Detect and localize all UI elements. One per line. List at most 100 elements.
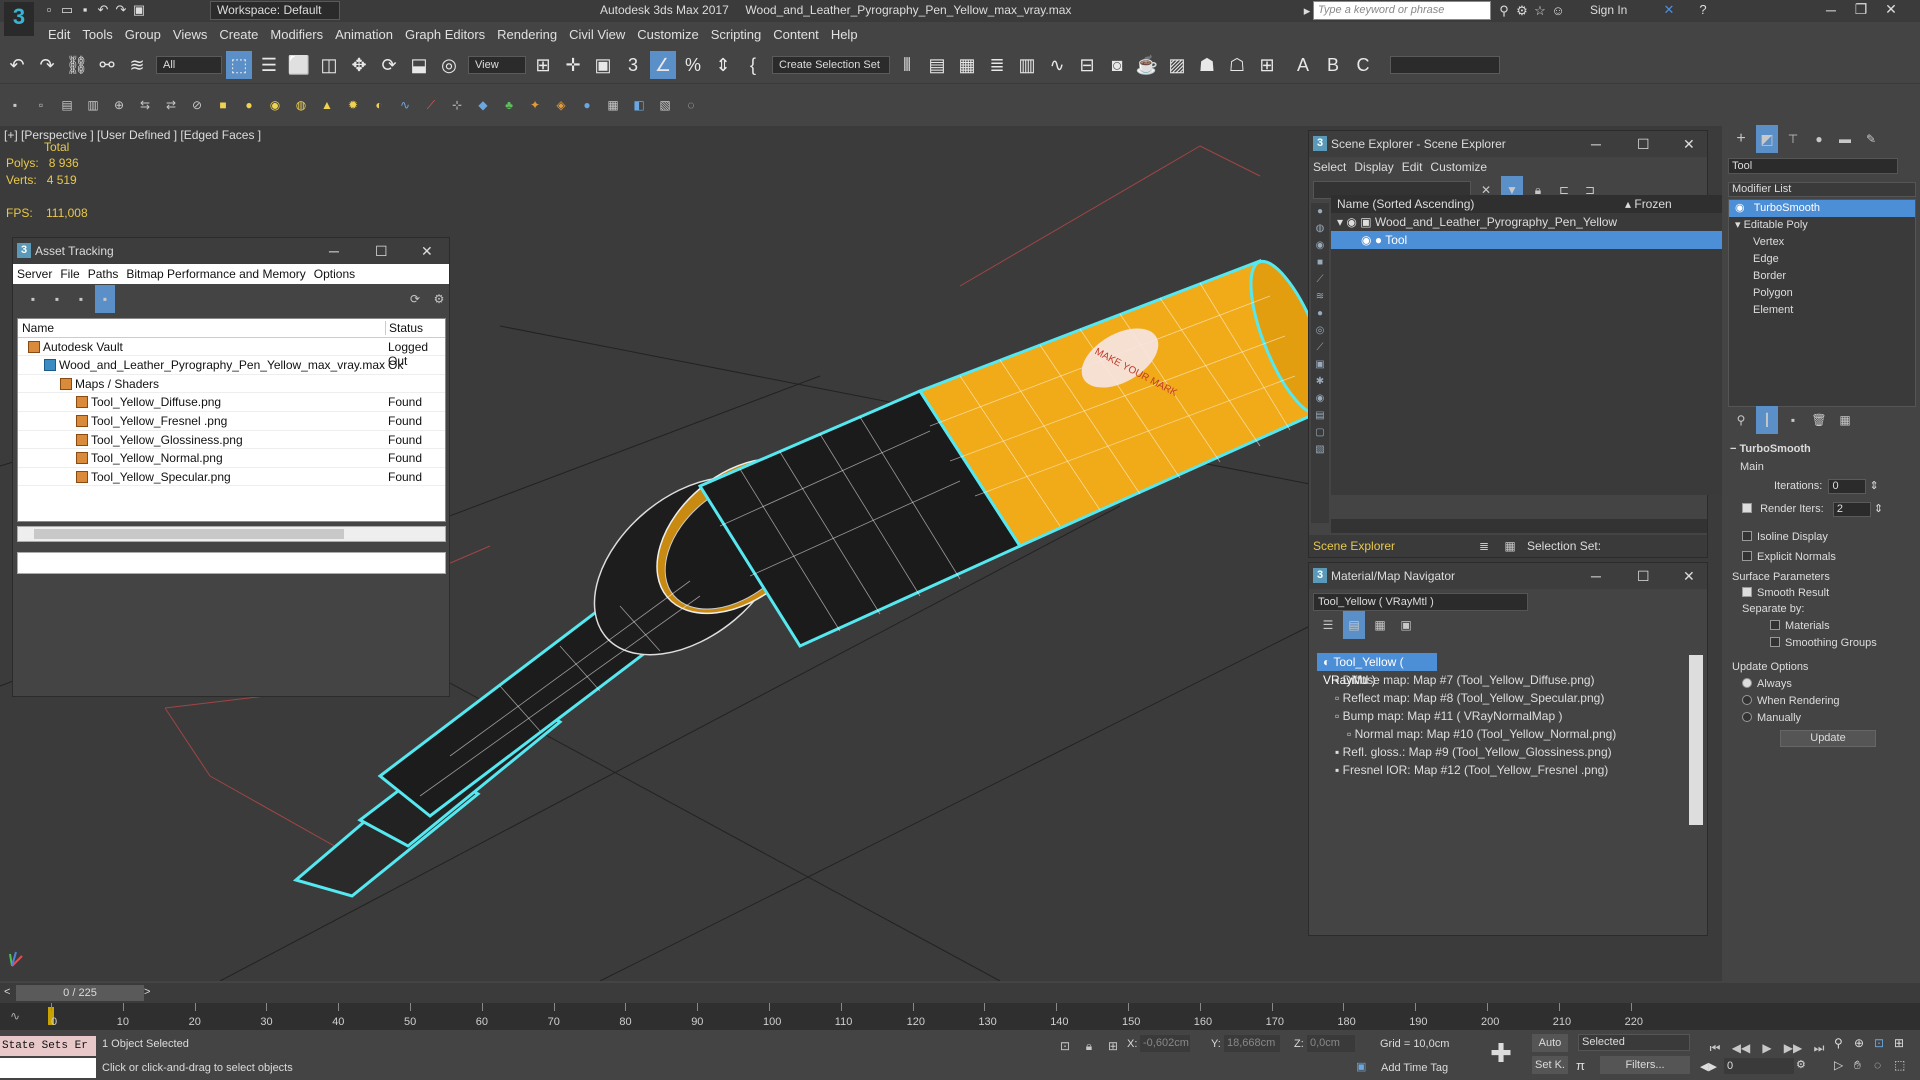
material-tree-vscrollbar[interactable] [1689,655,1703,825]
refresh-icon[interactable]: ⟳ [405,285,425,313]
view-mode-3-icon[interactable]: ▪ [71,285,91,313]
stack-item-vertex[interactable]: Vertex [1729,234,1915,251]
menu-group[interactable]: Group [125,27,161,42]
curve-editor-icon[interactable]: ∿ [1044,51,1070,79]
new-file-icon[interactable]: ▫ [40,1,58,19]
spline-icon[interactable]: ∿ [394,91,416,119]
key-mode-icon[interactable]: ◀▶ [1700,1060,1717,1073]
extra-dropdown[interactable] [1390,55,1500,74]
teapot-icon[interactable]: ◐ [368,91,390,119]
scene-explorer-titlebar[interactable]: 3 Scene Explorer - Scene Explorer ─ ☐ ✕ [1309,131,1707,157]
menu-server[interactable]: Server [17,267,52,281]
menu-views[interactable]: Views [173,27,207,42]
minimize-icon[interactable]: ─ [329,238,339,264]
time-slider-thumb[interactable]: 0 / 225 [16,985,144,1001]
smooth-result-row[interactable]: Smooth Result [1742,587,1920,599]
menu-paths[interactable]: Paths [88,267,119,281]
table-row[interactable]: Tool_Yellow_Specular.png Found [18,468,445,487]
table-row[interactable]: Tool_Yellow_Fresnel .png Found [18,412,445,431]
material-tree-item[interactable]: ▪ Fresnel IOR: Map #12 (Tool_Yellow_Fres… [1317,761,1702,779]
group-filter-icon[interactable]: ● [1311,305,1329,322]
pivot-center-icon[interactable]: ⊞ [530,51,556,79]
select-by-name-icon[interactable]: ☰ [256,51,282,79]
menu-scripting[interactable]: Scripting [711,27,762,42]
material-tree-item[interactable]: ▫ Bump map: Map #11 ( VRayNormalMap ) [1317,707,1702,725]
orbit-icon[interactable]: ◌ [1874,1058,1881,1072]
menu-options[interactable]: Options [314,267,355,281]
helper-icon[interactable]: ⊹ [446,91,468,119]
text-b-icon[interactable]: B [1320,51,1346,79]
geometry-filter-icon[interactable]: ● [1311,203,1329,220]
zoom-all-icon[interactable]: ⊕ [1854,1036,1864,1050]
menu-edit[interactable]: Edit [48,27,70,42]
view-large-icons-icon[interactable]: ▣ [1395,611,1417,639]
cone-primitive-icon[interactable]: ▲ [316,91,338,119]
selection-filter-dropdown[interactable]: All [156,55,222,74]
time-tag-icon[interactable]: ▣ [1356,1060,1366,1073]
rendered-frame-window-icon[interactable]: ▨ [1164,51,1190,79]
view-small-icons-icon[interactable]: ▦ [1369,611,1391,639]
camera-icon[interactable]: ◧ [628,91,650,119]
always-row[interactable]: Always [1742,678,1920,690]
when-rendering-radio[interactable] [1742,695,1752,705]
select-object-icon[interactable]: ⬚ [226,50,252,79]
hierarchy-tab-icon[interactable]: ⊤ [1782,125,1804,153]
auto-key-button[interactable]: Auto [1532,1034,1568,1052]
bind-space-warp-icon[interactable]: ≋ [124,51,150,79]
table-row[interactable]: Tool_Yellow_Normal.png Found [18,449,445,468]
material-tree-item[interactable]: ▪ Diffuse map: Map #7 (Tool_Yellow_Diffu… [1317,671,1702,689]
current-material-field[interactable]: Tool_Yellow ( VRayMtl ) [1313,593,1528,611]
redo-icon[interactable]: ↷ [112,1,130,19]
menu-bitmap-performance[interactable]: Bitmap Performance and Memory [126,267,305,281]
table-row[interactable]: Maps / Shaders [18,375,445,394]
zoom-icon[interactable]: ⚲ [1834,1036,1843,1050]
rotate-icon[interactable]: ⟳ [376,51,402,79]
maximize-viewport-icon[interactable]: ⬚ [1894,1058,1905,1072]
table-row[interactable]: Autodesk Vault Logged Out [18,338,445,368]
schematic-view-icon[interactable]: ⊟ [1074,51,1100,79]
z-coordinate-field[interactable]: 0,0cm [1307,1035,1355,1052]
materials-row[interactable]: Materials [1770,620,1920,632]
maxscript-listener[interactable]: State Sets Er [0,1036,96,1056]
modifier-icon[interactable]: ◈ [550,91,572,119]
menu-tools[interactable]: Tools [82,27,112,42]
search-input[interactable]: Type a keyword or phrase [1313,1,1491,20]
scene-tree-root[interactable]: ▾ ◉ ▣ Wood_and_Leather_Pyrography_Pen_Ye… [1331,213,1728,231]
col-name-header[interactable]: Name [22,321,54,335]
spinner-arrows-icon[interactable]: ⇕ [1870,480,1879,492]
project-folder-icon[interactable]: ▣ [130,1,148,19]
smoothing-groups-checkbox[interactable] [1770,637,1780,647]
render-tool-icon[interactable]: ▦ [602,91,624,119]
render-iters-spinner[interactable]: 2 [1832,502,1871,517]
show-end-result-icon[interactable]: ┃ [1756,406,1778,434]
system-icon[interactable]: ♣ [498,91,520,119]
menu-create[interactable]: Create [219,27,258,42]
time-config-icon[interactable]: ⚙ [1796,1058,1806,1071]
sign-in-button[interactable]: Sign In [1590,3,1627,17]
stack-item-edge[interactable]: Edge [1729,251,1915,268]
set-key-button[interactable]: Set K. [1532,1056,1568,1074]
view-mode-4-icon[interactable]: ▪ [95,285,115,313]
named-selection-sets-dropdown[interactable]: Create Selection Set [772,55,890,74]
workspace-dropdown[interactable]: Workspace: Default [210,1,340,20]
visibility-eye-icon[interactable]: ◉ [1346,215,1356,229]
close-icon[interactable]: ✕ [421,238,433,264]
save-file-icon[interactable]: ▪ [76,1,94,19]
isoline-checkbox[interactable] [1742,531,1752,541]
keyboard-shortcut-override-icon[interactable]: ▣ [590,51,616,79]
view-mode-1-icon[interactable]: ▪ [23,285,43,313]
communication-center-icon[interactable]: ⚙ [1513,2,1531,20]
asset-table-hscrollbar[interactable] [17,526,446,542]
menu-graph-editors[interactable]: Graph Editors [405,27,485,42]
menu-content[interactable]: Content [773,27,819,42]
close-icon[interactable]: ✕ [1876,1,1906,18]
menu-customize[interactable]: Customize [637,27,698,42]
view-list-icon[interactable]: ☰ [1317,611,1339,639]
shape-filter-icon[interactable]: ◍ [1311,220,1329,237]
binoculars-icon[interactable]: ⚲ [1495,2,1513,20]
toggle-ribbon-icon[interactable]: ▥ [1014,51,1040,79]
make-unique-icon[interactable]: ▪ [1782,406,1804,434]
field-of-view-icon[interactable]: ▷ [1834,1058,1843,1072]
menu-display[interactable]: Display [1354,160,1393,174]
settings-circle-icon[interactable]: ◌ [680,91,702,119]
